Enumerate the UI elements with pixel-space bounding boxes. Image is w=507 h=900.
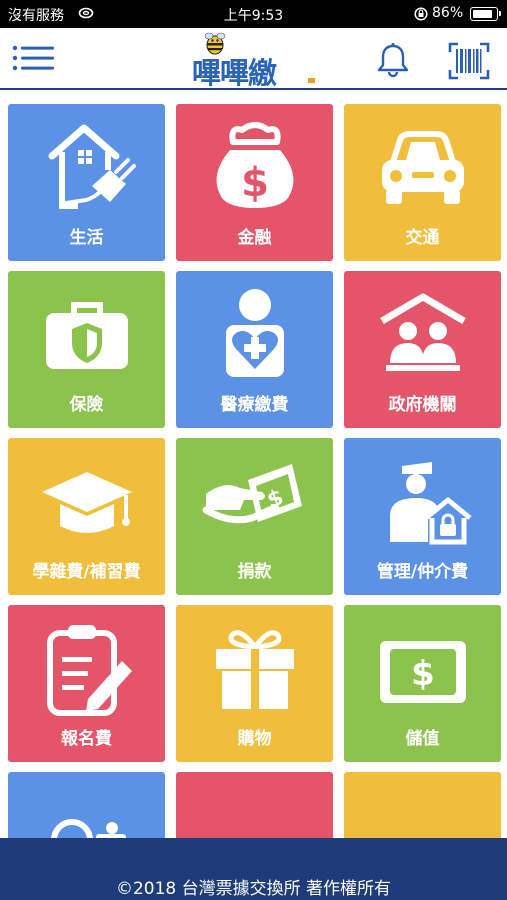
tile-label: 政府機關 bbox=[388, 395, 457, 415]
app-logo: 嗶嗶繳 bbox=[186, 30, 326, 90]
category-tile-insurance[interactable]: 保險 bbox=[8, 271, 165, 428]
svg-text:$: $ bbox=[241, 160, 269, 206]
clipboard-pen-icon bbox=[46, 625, 132, 716]
tile-label: 捐款 bbox=[237, 562, 272, 582]
battery-fill bbox=[473, 10, 492, 18]
category-tile-living[interactable]: 生活 bbox=[8, 104, 165, 261]
gift-box-icon bbox=[215, 630, 294, 709]
dollar-card-icon: $ bbox=[379, 641, 466, 703]
tile-label: 購物 bbox=[237, 729, 272, 749]
category-tile-transport[interactable]: 交通 bbox=[344, 104, 501, 261]
barcode-scan-icon[interactable] bbox=[448, 42, 490, 80]
tile-label: 保險 bbox=[69, 395, 104, 415]
footer: ©2018 台灣票據交換所 著作權所有 bbox=[0, 838, 507, 900]
hamburger-menu-icon[interactable] bbox=[12, 44, 56, 74]
medical-person-icon bbox=[225, 289, 284, 377]
shield-briefcase-icon bbox=[45, 302, 128, 369]
tile-label: 交通 bbox=[405, 228, 440, 248]
battery-icon bbox=[470, 7, 501, 21]
agent-house-icon bbox=[389, 462, 472, 545]
rotation-lock-icon bbox=[414, 7, 428, 21]
category-tile-shopping[interactable]: 購物 bbox=[176, 605, 333, 762]
graduation-cap-icon bbox=[41, 472, 132, 533]
home-plug-icon bbox=[48, 124, 136, 209]
tile-label: 金融 bbox=[237, 228, 272, 248]
battery-percent: 86% bbox=[432, 5, 464, 21]
status-bar: 沒有服務 上午9:53 86% bbox=[0, 0, 507, 28]
category-tile-medical[interactable]: 醫療繳費 bbox=[176, 271, 333, 428]
tile-label: 管理/仲介費 bbox=[376, 562, 469, 582]
money-bag-icon: $ bbox=[216, 122, 293, 208]
donation-hand-icon: $ bbox=[202, 464, 302, 524]
copyright-text: ©2018 台灣票據交換所 著作權所有 bbox=[115, 879, 392, 899]
clock: 上午9:53 bbox=[223, 8, 284, 24]
app-header: 嗶嗶繳 bbox=[0, 28, 507, 90]
category-tile-finance[interactable]: $ 金融 bbox=[176, 104, 333, 261]
category-tile-tuition[interactable]: 學雜費/補習費 bbox=[8, 438, 165, 595]
category-tile-government[interactable]: 政府機關 bbox=[344, 271, 501, 428]
bell-icon[interactable] bbox=[374, 42, 412, 78]
government-building-icon bbox=[379, 293, 466, 371]
car-icon bbox=[381, 131, 464, 204]
tile-label: 生活 bbox=[69, 228, 104, 248]
category-tile-donation[interactable]: $ 捐款 bbox=[176, 438, 333, 595]
logo-accent bbox=[308, 78, 315, 83]
svg-text:$: $ bbox=[411, 654, 435, 694]
category-tile-registration[interactable]: 報名費 bbox=[8, 605, 165, 762]
category-tile-topup[interactable]: $ 儲值 bbox=[344, 605, 501, 762]
tile-label: 醫療繳費 bbox=[220, 395, 289, 415]
tile-label: 學雜費/補習費 bbox=[32, 562, 141, 582]
tile-label: 儲值 bbox=[405, 729, 440, 749]
category-tile-management[interactable]: 管理/仲介費 bbox=[344, 438, 501, 595]
logo-text: 嗶嗶繳 bbox=[192, 56, 277, 90]
tile-label: 報名費 bbox=[61, 729, 112, 749]
